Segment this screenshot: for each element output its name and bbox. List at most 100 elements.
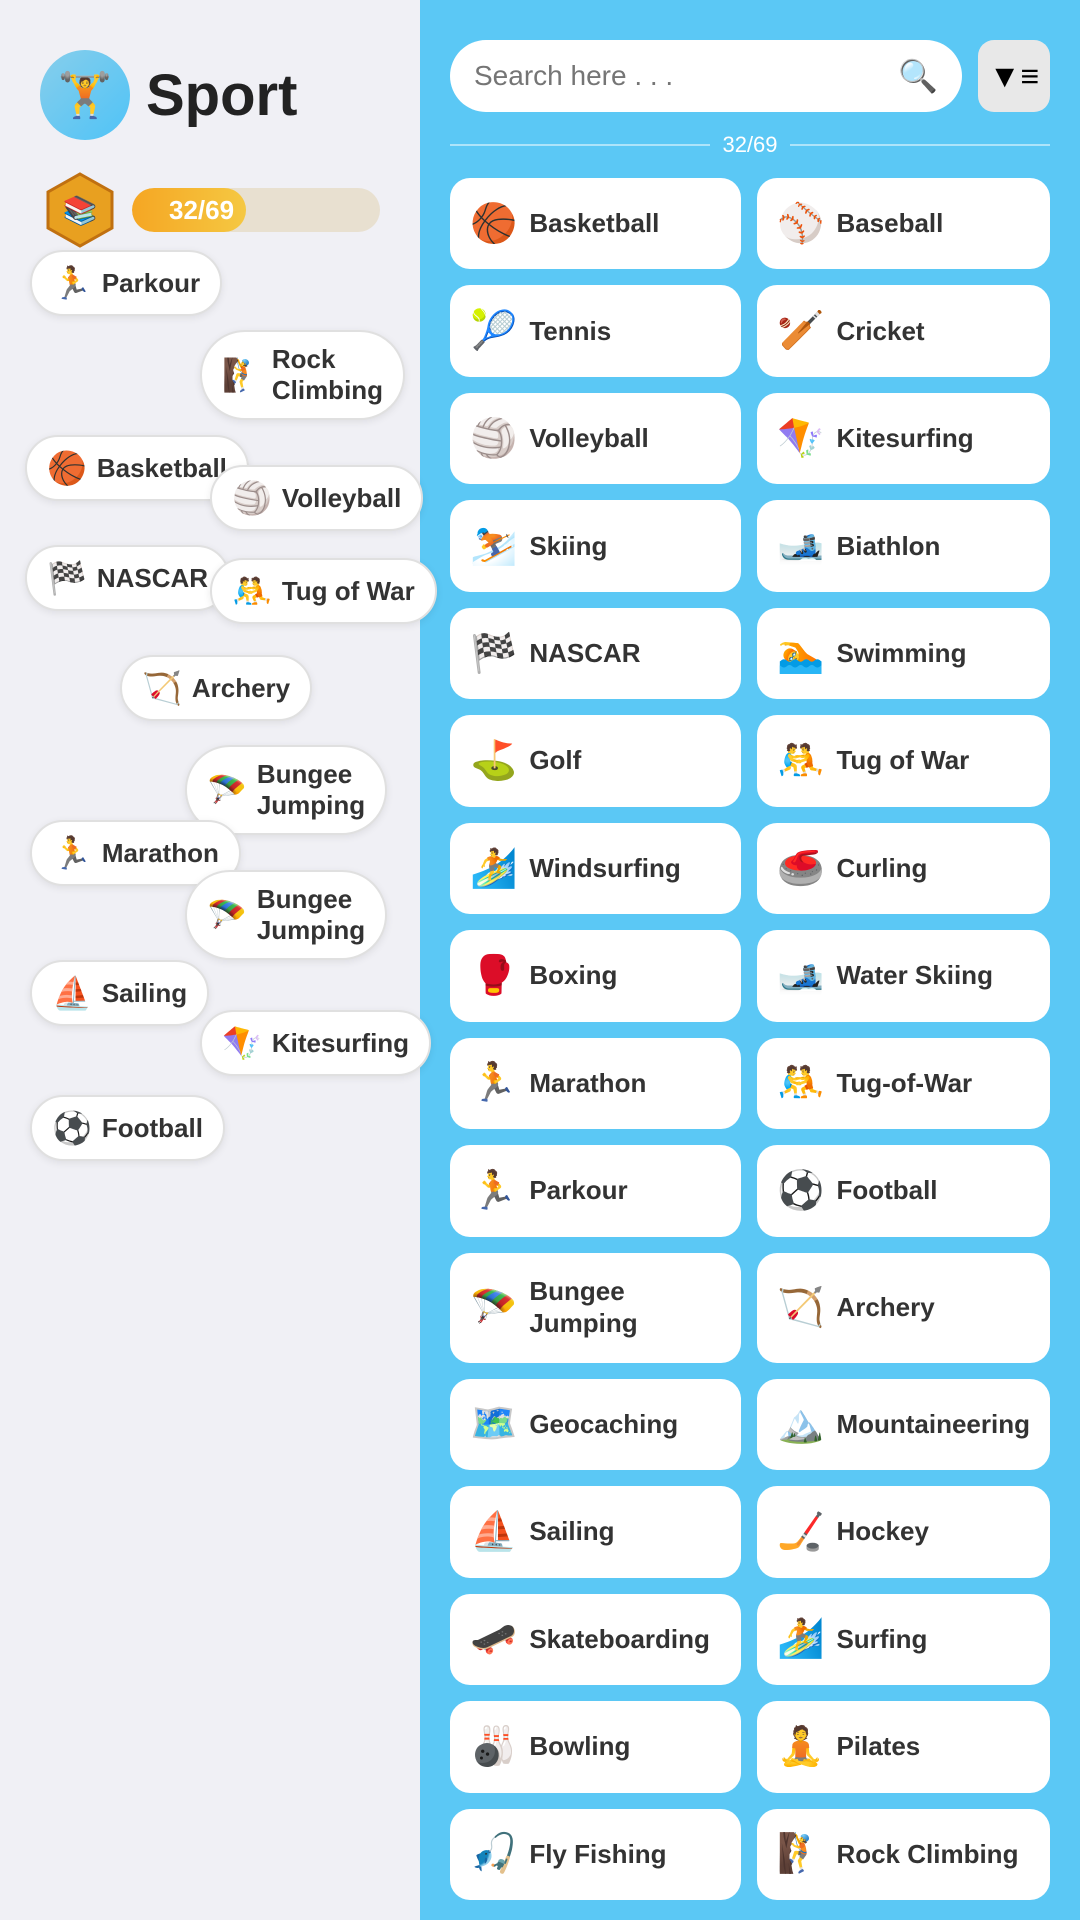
grid-sport-item[interactable]: ⛷️Skiing: [450, 500, 741, 591]
grid-sport-emoji: 🏁: [470, 632, 517, 676]
search-icon: 🔍: [898, 57, 938, 95]
grid-sport-emoji: ⛵: [470, 1510, 517, 1554]
left-sport-item[interactable]: 🧗RockClimbing: [200, 330, 405, 420]
grid-sport-item[interactable]: 🪁Kitesurfing: [757, 393, 1050, 484]
grid-sport-item[interactable]: 🏔️ Mountaineering: [757, 1379, 1050, 1470]
grid-sport-item[interactable]: 🗺️Geocaching: [450, 1379, 741, 1470]
grid-sport-label: Basketball: [529, 208, 659, 239]
sport-grid: 🏀Basketball⚾Baseball🎾Tennis🏏Cricket 🏐 Voll…: [450, 178, 1050, 1900]
grid-sport-item[interactable]: 🪂Bungee Jumping: [450, 1253, 741, 1363]
grid-sport-item[interactable]: 🥌Curling: [757, 823, 1050, 914]
sport-emoji: 🏃: [52, 264, 92, 302]
grid-sport-emoji: 🤼: [777, 739, 824, 783]
grid-sport-label: Windsurfing: [529, 853, 680, 884]
grid-sport-emoji: 🏃: [470, 1169, 517, 1213]
sport-label: Sailing: [102, 978, 187, 1009]
grid-sport-label: Pilates: [836, 1731, 920, 1762]
grid-sport-label: Archery: [836, 1292, 934, 1323]
grid-sport-label: Hockey: [836, 1516, 929, 1547]
sport-label: BungeeJumping: [257, 884, 365, 946]
sport-emoji: ⚽: [52, 1109, 92, 1147]
grid-sport-item[interactable]: 🤼 Tug of War: [757, 715, 1050, 806]
progress-text: 32/69: [169, 195, 234, 226]
grid-sport-emoji: 🏐: [470, 417, 517, 461]
search-input[interactable]: [474, 60, 898, 92]
grid-sport-emoji: 🏊: [777, 632, 824, 676]
progress-section: 📚 32/69: [40, 170, 380, 250]
grid-sport-emoji: ⛷️: [470, 524, 517, 568]
grid-sport-item[interactable]: 🤼Tug-of-War: [757, 1038, 1050, 1129]
grid-sport-item[interactable]: 🎾Tennis: [450, 285, 741, 376]
grid-sport-item[interactable]: 🏃 Parkour: [450, 1145, 741, 1236]
left-sport-item[interactable]: 🪁Kitesurfing: [200, 1010, 431, 1076]
grid-sport-emoji: 🥊: [470, 954, 517, 998]
grid-sport-label: Skateboarding: [529, 1624, 710, 1655]
grid-sport-item[interactable]: 🧗Rock Climbing: [757, 1809, 1050, 1900]
grid-sport-item[interactable]: 🏹 Archery: [757, 1253, 1050, 1363]
sport-emoji: 🏹: [142, 669, 182, 707]
grid-sport-item[interactable]: ⛵ Sailing: [450, 1486, 741, 1577]
grid-sport-item[interactable]: 🎣Fly Fishing: [450, 1809, 741, 1900]
left-sport-item[interactable]: 🏁NASCAR: [25, 545, 230, 611]
grid-sport-label: NASCAR: [529, 638, 640, 669]
grid-sport-label: Mountaineering: [836, 1409, 1030, 1440]
right-panel: 🔍 ▼≡ 32/69 🏀Basketball⚾Baseball🎾Tennis🏏C…: [420, 0, 1080, 1920]
grid-sport-item[interactable]: 🏏Cricket: [757, 285, 1050, 376]
grid-sport-item[interactable]: 🛹Skateboarding: [450, 1594, 741, 1685]
grid-sport-emoji: 🏔️: [777, 1402, 824, 1446]
sport-label: Archery: [192, 673, 290, 704]
grid-sport-item[interactable]: 🏄Windsurfing: [450, 823, 741, 914]
grid-sport-item[interactable]: 🏊 Swimming: [757, 608, 1050, 699]
sport-label: Tug of War: [282, 576, 415, 607]
grid-sport-label: Tug of War: [836, 745, 969, 776]
filter-button[interactable]: ▼≡: [978, 40, 1050, 112]
grid-sport-item[interactable]: ⚽Football: [757, 1145, 1050, 1236]
sport-label: Football: [102, 1113, 203, 1144]
grid-sport-label: Rock Climbing: [836, 1839, 1018, 1870]
grid-sport-item[interactable]: 🧘Pilates: [757, 1701, 1050, 1792]
left-sport-item[interactable]: ⛵ Sailing: [30, 960, 209, 1026]
left-sport-item[interactable]: 🏃 Parkour: [30, 250, 222, 316]
grid-sport-emoji: 🏹: [777, 1286, 824, 1330]
grid-sport-label: Bowling: [529, 1731, 630, 1762]
grid-sport-item[interactable]: 🎿Biathlon: [757, 500, 1050, 591]
grid-sport-item[interactable]: ⚾Baseball: [757, 178, 1050, 269]
grid-sport-emoji: 🏒: [777, 1510, 824, 1554]
grid-sport-item[interactable]: 🏀Basketball: [450, 178, 741, 269]
grid-sport-label: Volleyball: [529, 423, 648, 454]
left-sport-item[interactable]: 🏐Volleyball: [210, 465, 423, 531]
grid-sport-item[interactable]: 🥊 Boxing: [450, 930, 741, 1021]
grid-sport-item[interactable]: 🎳 Bowling: [450, 1701, 741, 1792]
left-sport-item[interactable]: 🪂 BungeeJumping: [185, 870, 387, 960]
sport-emoji: 🪂: [207, 896, 247, 934]
sport-label: Parkour: [102, 268, 200, 299]
sport-label: BungeeJumping: [257, 759, 365, 821]
grid-sport-label: Sailing: [529, 1516, 614, 1547]
grid-sport-item[interactable]: ⛳Golf: [450, 715, 741, 806]
sport-icon: 🏋️: [40, 50, 130, 140]
progress-bar: 32/69: [132, 188, 380, 232]
grid-sport-label: Tennis: [529, 316, 611, 347]
sport-emoji: ⛵: [52, 974, 92, 1012]
grid-sport-label: Boxing: [529, 960, 617, 991]
grid-sport-label: Parkour: [529, 1175, 627, 1206]
grid-sport-emoji: 🥌: [777, 847, 824, 891]
grid-sport-emoji: 🎿: [777, 524, 824, 568]
grid-sport-item[interactable]: 🎿Water Skiing: [757, 930, 1050, 1021]
grid-sport-emoji: 🏃: [470, 1061, 517, 1105]
grid-sport-item[interactable]: 🏃 Marathon: [450, 1038, 741, 1129]
grid-sport-label: Swimming: [836, 638, 966, 669]
grid-sport-item[interactable]: 🏄Surfing: [757, 1594, 1050, 1685]
grid-sport-label: Marathon: [529, 1068, 646, 1099]
left-sport-item[interactable]: 🤼Tug of War: [210, 558, 437, 624]
left-sport-item[interactable]: 🏹 Archery: [120, 655, 312, 721]
hex-badge: 📚: [40, 170, 120, 250]
grid-sport-emoji: 🎳: [470, 1725, 517, 1769]
filter-icon: ▼≡: [989, 58, 1039, 95]
left-sport-item[interactable]: ⚽ Football: [30, 1095, 225, 1161]
grid-sport-item[interactable]: 🏁 NASCAR: [450, 608, 741, 699]
sport-emoji: 🏁: [47, 559, 87, 597]
grid-sport-item[interactable]: 🏒 Hockey: [757, 1486, 1050, 1577]
grid-sport-item[interactable]: 🏐 Volleyball: [450, 393, 741, 484]
grid-sport-emoji: 🗺️: [470, 1402, 517, 1446]
